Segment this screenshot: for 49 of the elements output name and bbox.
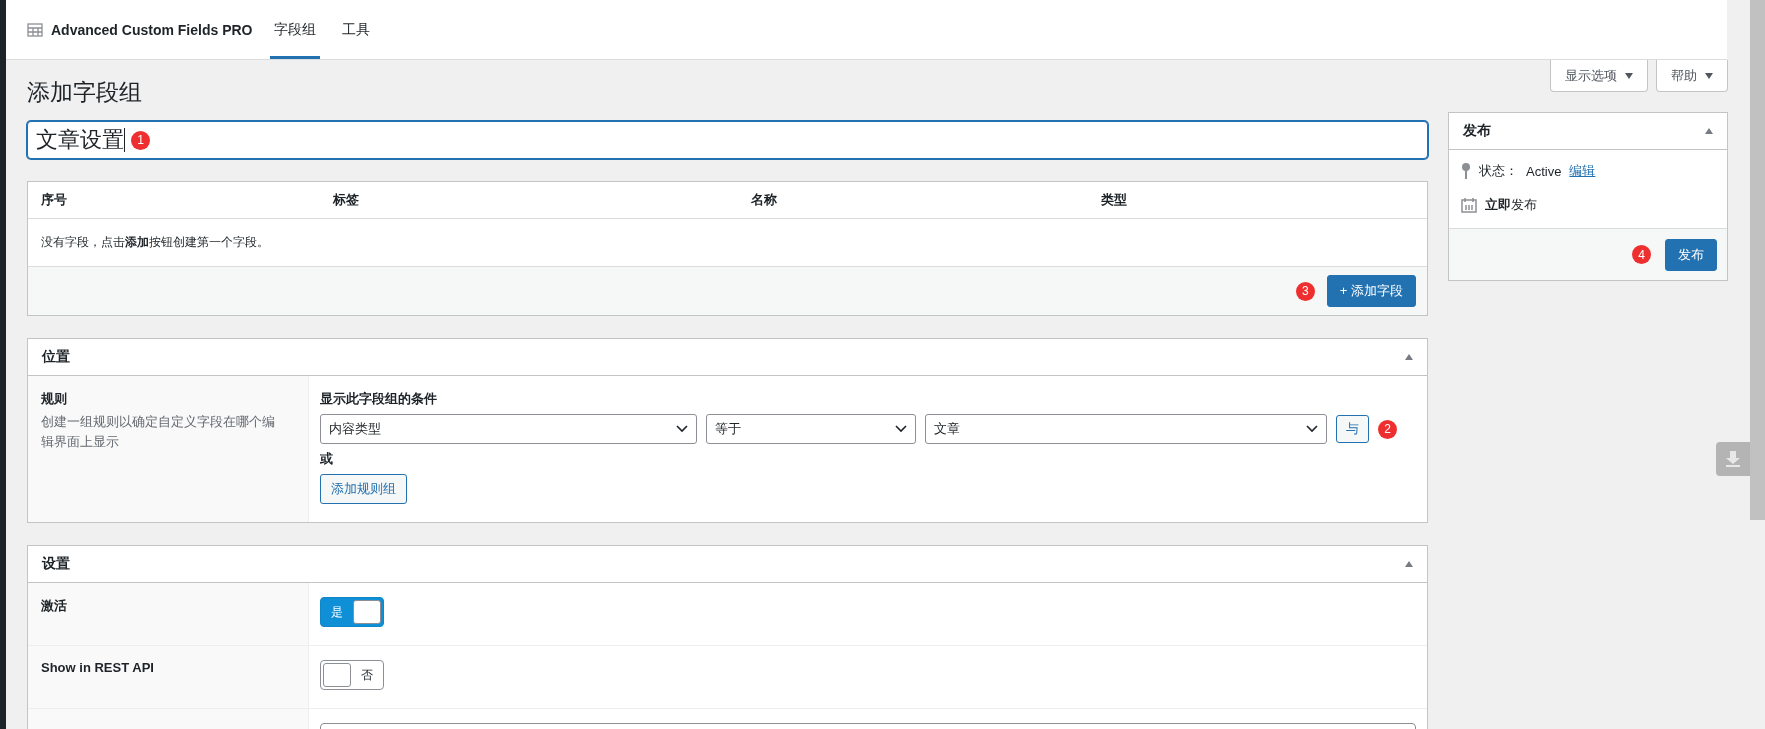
number-badge: 1 bbox=[131, 130, 150, 150]
empty-message: 没有字段，点击添加按钮创建第一个字段。 bbox=[41, 234, 269, 251]
and-button[interactable]: 与 bbox=[1336, 415, 1369, 443]
number-badge: 3 bbox=[1295, 281, 1315, 301]
collapse-icon[interactable] bbox=[1405, 561, 1413, 567]
value-select[interactable]: 文章 bbox=[925, 414, 1327, 444]
panel-title: 设置 bbox=[42, 555, 70, 573]
title-field[interactable]: 文章设置 1 bbox=[27, 121, 1428, 159]
setting-label: Show in REST API bbox=[41, 660, 154, 675]
chevron-down-icon bbox=[895, 425, 907, 433]
operator-select[interactable]: 等于 bbox=[706, 414, 916, 444]
nav-tab[interactable]: 字段组 bbox=[270, 0, 321, 59]
column-header: 序号 bbox=[41, 191, 68, 209]
add-rule-group-button[interactable]: 添加规则组 bbox=[320, 474, 407, 504]
rules-description: 创建一组规则以确定自定义字段在哪个编辑界面上显示 bbox=[41, 413, 276, 451]
nav-tab[interactable]: 工具 bbox=[338, 0, 375, 59]
chevron-down-icon bbox=[1306, 425, 1318, 433]
column-header: 类型 bbox=[1101, 191, 1128, 209]
number-badge: 2 bbox=[1378, 419, 1397, 439]
add-field-button[interactable]: + 添加字段 bbox=[1326, 275, 1416, 307]
toggle-switch[interactable]: 否 bbox=[320, 660, 384, 690]
status-label: 状态： bbox=[1479, 162, 1518, 180]
column-header: 名称 bbox=[751, 191, 778, 209]
or-label: 或 bbox=[320, 450, 334, 468]
table-icon bbox=[27, 22, 43, 37]
publish-button[interactable]: 发布 bbox=[1665, 238, 1717, 271]
column-header: 标签 bbox=[333, 191, 360, 209]
page-title: 添加字段组 bbox=[27, 78, 143, 107]
chevron-down-icon bbox=[676, 425, 688, 433]
screen-tab-button[interactable]: 帮助 bbox=[1656, 60, 1728, 92]
collapse-icon[interactable] bbox=[1405, 354, 1413, 360]
pin-icon bbox=[1461, 162, 1471, 180]
panel-title: 发布 bbox=[1463, 122, 1491, 140]
rules-label: 规则 bbox=[41, 390, 68, 408]
publish-time: 立即发布 bbox=[1485, 196, 1537, 214]
panel-title: 位置 bbox=[42, 348, 70, 366]
screen-tab-button[interactable]: 显示选项 bbox=[1550, 60, 1648, 92]
download-icon bbox=[1724, 450, 1742, 468]
param-select[interactable]: 内容类型 bbox=[320, 414, 697, 444]
toggle-switch[interactable]: 是 bbox=[320, 597, 384, 627]
status-value: Active bbox=[1526, 163, 1562, 179]
condition-title: 显示此字段组的条件 bbox=[320, 390, 438, 408]
edit-link[interactable]: 编辑 bbox=[1569, 162, 1596, 180]
collapse-icon[interactable] bbox=[1705, 128, 1713, 134]
brand-name: Advanced Custom Fields PRO bbox=[51, 21, 253, 38]
number-badge: 4 bbox=[1632, 245, 1651, 264]
scrollbar[interactable] bbox=[1750, 0, 1765, 520]
setting-label: 激活 bbox=[41, 598, 67, 613]
calendar-icon bbox=[1461, 197, 1477, 213]
